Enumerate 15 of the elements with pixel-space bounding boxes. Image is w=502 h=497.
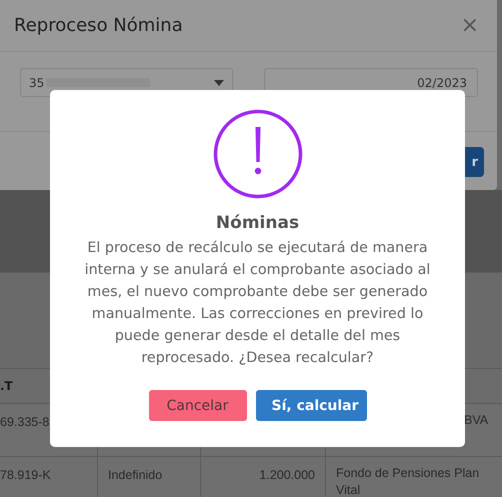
table-cell: BVA (464, 413, 488, 427)
alert-message: El proceso de recálculo se ejecutará de manera interna y se anulará el comprobante asociado al mes, el nuevo comprobante debe ser generado manualmente. Las correcciones en previred lo puede generar desde el detalle del mes reprocesado. ¿Desea recalcular? (84, 239, 432, 368)
table-cell: Fondo de Pensiones Plan Vital (336, 466, 480, 497)
confirm-button[interactable]: Sí, calcular (256, 390, 366, 421)
caret-icon (214, 80, 224, 86)
table-cell: 1.200.000 (259, 468, 315, 482)
alert-title: Nóminas (216, 213, 300, 233)
cancel-button[interactable]: Cancelar (148, 390, 246, 421)
table-cell: Indefinido (108, 468, 162, 482)
column-header: .T (0, 379, 13, 393)
table-cell: 69.335-8 (0, 415, 50, 429)
dialog-title: Reproceso Nómina (14, 15, 183, 36)
close-button[interactable]: × (456, 14, 483, 36)
table-cell: 78.919-K (0, 468, 51, 482)
warning-icon (212, 109, 302, 199)
